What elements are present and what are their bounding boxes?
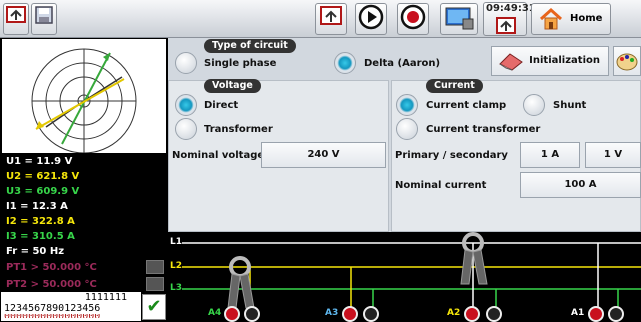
circuit-type-title: Type of circuit xyxy=(204,39,296,53)
home-icon xyxy=(539,7,563,30)
voltage-transformer-radio[interactable] xyxy=(175,118,197,140)
play-icon[interactable] xyxy=(355,3,387,35)
secondary-value-field[interactable]: 1 V xyxy=(585,142,641,168)
primary-secondary-label: Primary / secondary xyxy=(395,150,508,161)
palette-icon xyxy=(616,53,638,71)
l1-label: L1 xyxy=(170,237,182,247)
shunt-label: Shunt xyxy=(553,100,587,111)
pt1-value: PT1 > 50.000 °C xyxy=(6,262,97,273)
input-a4-connector xyxy=(224,306,260,322)
input-a2-label: A2 xyxy=(447,308,461,318)
u3-value: U3 = 609.9 V xyxy=(6,186,80,197)
vector-diagram xyxy=(2,39,166,154)
i3-value: I3 = 310.5 A xyxy=(6,231,75,242)
current-clamp-label: Current clamp xyxy=(426,100,507,111)
palette-button[interactable] xyxy=(613,46,641,76)
nominal-current-label: Nominal current xyxy=(395,180,487,191)
input-a2-connector xyxy=(464,306,502,322)
current-clamp-icon xyxy=(460,232,488,285)
pt2-value: PT2 > 50.000 °C xyxy=(6,279,97,290)
counter-line-3: 0000000000000000 xyxy=(1,314,141,318)
current-transformer-label: Current transformer xyxy=(426,124,541,135)
frequency-value: Fr = 50 Hz xyxy=(6,246,65,257)
return-icon[interactable] xyxy=(3,3,29,35)
counter-line-2: 1234567890123456 xyxy=(4,303,101,314)
nominal-voltage-field[interactable]: 240 V xyxy=(261,142,386,168)
single-phase-label: Single phase xyxy=(204,58,277,69)
check-icon[interactable]: ✔ xyxy=(142,294,166,320)
input-a3-connector xyxy=(342,306,379,322)
clock-time: 09:49:31 xyxy=(486,3,536,14)
nominal-current-field[interactable]: 100 A xyxy=(520,172,641,198)
l3-label: L3 xyxy=(170,283,182,293)
home-button[interactable]: Home xyxy=(531,3,611,35)
return-icon[interactable] xyxy=(315,3,347,35)
current-title: Current xyxy=(426,79,483,93)
screenshot-icon[interactable] xyxy=(440,3,478,35)
pt2-indicator xyxy=(146,277,164,291)
return-icon xyxy=(496,17,516,34)
u2-value: U2 = 621.8 V xyxy=(6,171,80,182)
nominal-voltage-label: Nominal voltage xyxy=(172,150,265,161)
shunt-radio[interactable] xyxy=(523,94,545,116)
i2-value: I2 = 322.8 A xyxy=(6,216,75,227)
delta-label: Delta (Aaron) xyxy=(364,58,441,69)
save-icon[interactable] xyxy=(31,3,57,35)
u1-value: U1 = 11.9 V xyxy=(6,156,73,167)
configuration-panel: Type of circuit Single phase Delta (Aaro… xyxy=(168,38,641,232)
wiring-diagram: L1 L2 L3 A4 A3 A2 A1 xyxy=(168,232,641,322)
current-transformer-radio[interactable] xyxy=(396,118,418,140)
measurement-panel: U1 = 11.9 V U2 = 621.8 V U3 = 609.9 V I1… xyxy=(0,38,168,322)
initialization-button[interactable]: Initialization xyxy=(491,46,609,76)
i1-value: I1 = 12.3 A xyxy=(6,201,68,212)
current-clamp-radio[interactable] xyxy=(396,94,418,116)
input-a3-label: A3 xyxy=(325,308,339,318)
eraser-icon xyxy=(499,53,523,71)
voltage-title: Voltage xyxy=(204,79,261,93)
voltage-direct-radio[interactable] xyxy=(175,94,197,116)
primary-value-field[interactable]: 1 A xyxy=(520,142,580,168)
l2-label: L2 xyxy=(170,261,182,271)
record-icon[interactable] xyxy=(397,3,429,35)
initialization-label: Initialization xyxy=(529,55,600,66)
clock-button[interactable]: 09:49:31 xyxy=(483,2,536,36)
input-a1-connector xyxy=(588,306,624,322)
single-phase-radio[interactable] xyxy=(175,52,197,74)
delta-radio[interactable] xyxy=(334,52,356,74)
input-a4-label: A4 xyxy=(208,308,222,318)
voltage-direct-label: Direct xyxy=(204,100,239,111)
pt1-indicator xyxy=(146,260,164,274)
app-window: 09:49:31 Home U1 = 11.9 V U2 = 621.8 V U… xyxy=(0,0,641,322)
counter-line-1: 1111111 xyxy=(84,292,127,303)
home-label: Home xyxy=(570,13,603,24)
top-toolbar: 09:49:31 Home xyxy=(0,0,641,38)
voltage-transformer-label: Transformer xyxy=(204,124,273,135)
input-a1-label: A1 xyxy=(571,308,585,318)
channel-counter: 1111111 1234567890123456 000000000000000… xyxy=(1,292,141,321)
